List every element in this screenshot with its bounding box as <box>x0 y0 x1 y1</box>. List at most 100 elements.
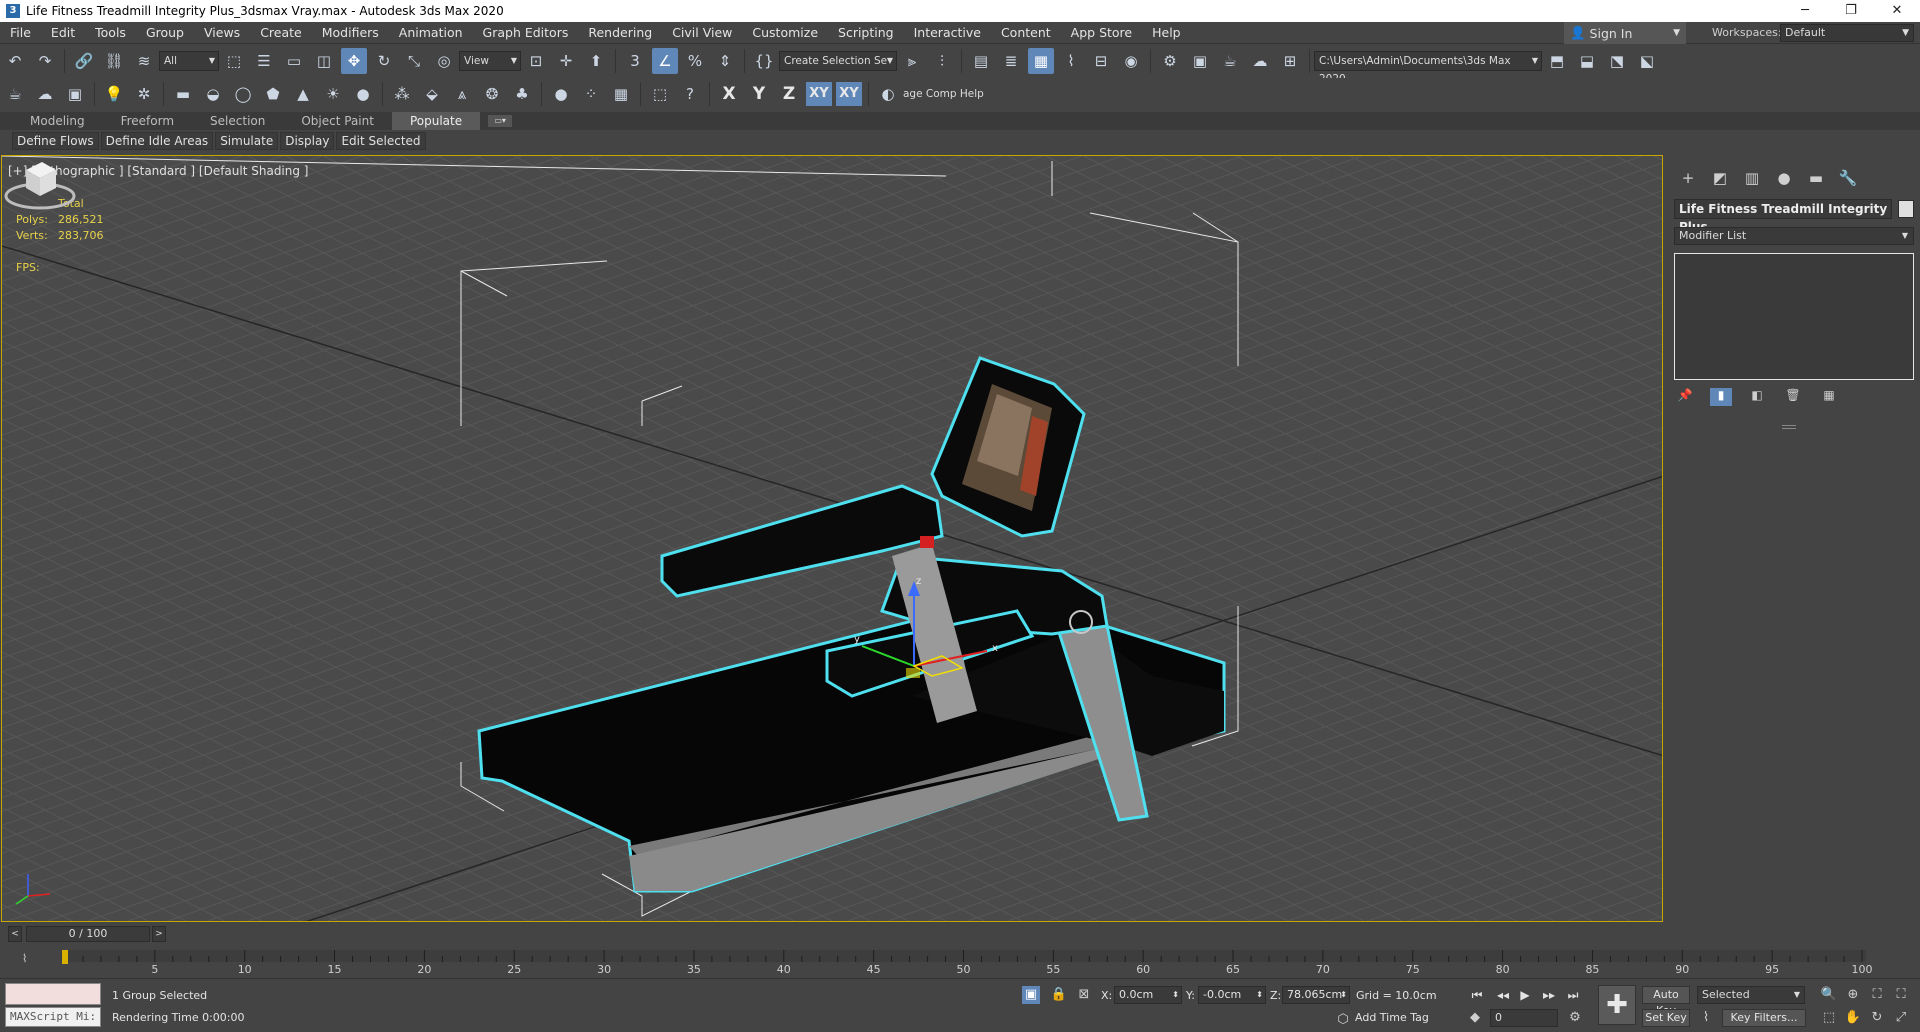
set-project-icon[interactable]: ⬒ <box>1544 48 1570 74</box>
menu-interactive[interactable]: Interactive <box>904 22 991 44</box>
mirror-icon[interactable]: ⫸ <box>899 48 925 74</box>
configure-modifier-sets-icon[interactable]: ▦ <box>1818 388 1840 406</box>
close-button[interactable]: ✕ <box>1874 0 1920 22</box>
menu-views[interactable]: Views <box>194 22 250 44</box>
layer-explorer-icon[interactable]: ≣ <box>998 48 1024 74</box>
help-icon[interactable]: ? <box>677 81 703 107</box>
time-tag-icon[interactable]: ⬡ <box>1334 1011 1352 1029</box>
rectangular-selection-icon[interactable]: ▭ <box>281 48 307 74</box>
select-object-icon[interactable]: ⬚ <box>221 48 247 74</box>
move-icon[interactable]: ✥ <box>341 48 367 74</box>
menu-file[interactable]: File <box>0 22 41 44</box>
redo-icon[interactable]: ↷ <box>32 48 58 74</box>
axis-xy-button[interactable]: XY <box>806 82 832 106</box>
named-selection-select[interactable]: Create Selection Se ▼ <box>779 51 897 71</box>
orbit-icon[interactable]: ↻ <box>1868 1009 1886 1027</box>
pin-stack-icon[interactable]: 📌 <box>1674 388 1696 406</box>
object-name-field[interactable]: Life Fitness Treadmill Integrity Plus <box>1674 199 1892 234</box>
tab-freeform[interactable]: Freeform <box>103 112 192 130</box>
select-manipulate-icon[interactable]: ✛ <box>553 48 579 74</box>
teapot-icon[interactable]: ☕ <box>2 81 28 107</box>
zoom-all-icon[interactable]: ⊕ <box>1844 986 1862 1004</box>
define-idle-areas-button[interactable]: Define Idle Areas <box>100 132 214 150</box>
place-icon[interactable]: ◎ <box>431 48 457 74</box>
maxscript-listener-output[interactable] <box>5 983 101 1005</box>
rotate-icon[interactable]: ↻ <box>371 48 397 74</box>
display-button[interactable]: Display <box>280 132 335 150</box>
tab-selection[interactable]: Selection <box>192 112 283 130</box>
export-icon[interactable]: ⬚ <box>647 81 673 107</box>
hierarchy-tab-icon[interactable]: ▥ <box>1736 167 1768 189</box>
vray-toolbar-icon[interactable]: ✲ <box>131 81 157 107</box>
sun-icon[interactable]: ☀ <box>320 81 346 107</box>
align-icon[interactable]: ⫶ <box>929 48 955 74</box>
next-frame-icon[interactable]: ▸▸ <box>1538 986 1560 1004</box>
set-keys-button[interactable]: ✚ <box>1598 985 1636 1025</box>
menu-edit[interactable]: Edit <box>41 22 85 44</box>
ies-light-icon[interactable]: ▲ <box>290 81 316 107</box>
zoom-icon[interactable]: 🔍 <box>1820 986 1838 1004</box>
menu-tools[interactable]: Tools <box>85 22 136 44</box>
axis-z-button[interactable]: Z <box>776 82 802 106</box>
modifier-stack[interactable] <box>1674 253 1914 380</box>
menu-civil-view[interactable]: Civil View <box>662 22 742 44</box>
spinner-snap-icon[interactable]: ⇕ <box>712 48 738 74</box>
define-flows-button[interactable]: Define Flows <box>12 132 99 150</box>
axis-y-button[interactable]: Y <box>746 82 772 106</box>
object-color-swatch[interactable] <box>1898 200 1914 218</box>
viewport-perspective[interactable]: z y x [+] [Orthographic ] [Standard ] [D… <box>1 155 1663 922</box>
menu-modifiers[interactable]: Modifiers <box>312 22 389 44</box>
key-mode-toggle-icon[interactable]: ◆ <box>1466 1009 1484 1027</box>
time-slider-thumb[interactable]: 0 / 100 <box>26 926 150 942</box>
undo-icon[interactable]: ↶ <box>2 48 28 74</box>
minimize-button[interactable]: ─ <box>1782 0 1828 22</box>
mini-curve-editor-icon[interactable]: ⌇ <box>22 952 27 965</box>
x-coordinate-field[interactable]: 0.0cm ⬍ <box>1114 986 1182 1004</box>
vfb-icon[interactable]: ▦ <box>608 81 634 107</box>
compositor-icon[interactable]: ◐ <box>875 81 901 107</box>
selection-lock-icon[interactable]: 🔒 <box>1050 986 1068 1004</box>
y-coordinate-field[interactable]: -0.0cm ⬍ <box>1198 986 1266 1004</box>
project-folder-select[interactable]: C:\Users\Admin\Documents\3ds Max 2020 ▼ <box>1314 51 1542 85</box>
display-tab-icon[interactable]: ▬ <box>1800 167 1832 189</box>
render-production-icon[interactable]: ☕ <box>1217 48 1243 74</box>
remove-modifier-icon[interactable]: 🗑 <box>1782 388 1804 406</box>
rendered-frame-window-icon[interactable]: ▣ <box>1187 48 1213 74</box>
modify-tab-icon[interactable]: ◩ <box>1704 167 1736 189</box>
previous-frame-icon[interactable]: ◂◂ <box>1492 986 1514 1004</box>
selection-filter-select[interactable]: All ▼ <box>159 51 219 71</box>
proxy-icon[interactable]: ⬙ <box>419 81 445 107</box>
absolute-mode-icon[interactable]: ⊠ <box>1075 986 1093 1004</box>
edit-named-selection-icon[interactable]: {} <box>751 48 777 74</box>
pan-view-icon[interactable]: ✋ <box>1844 1009 1862 1027</box>
time-slider-prev-icon[interactable]: < <box>8 926 22 942</box>
play-icon[interactable]: ▶ <box>1514 986 1536 1004</box>
time-configuration-icon[interactable]: ⚙ <box>1566 1009 1584 1027</box>
menu-group[interactable]: Group <box>136 22 194 44</box>
edit-selected-button[interactable]: Edit Selected <box>336 132 426 150</box>
ribbon-options-icon[interactable]: ▭▾ <box>488 115 513 127</box>
link-icon[interactable]: 🔗 <box>71 48 97 74</box>
cloud-icon[interactable]: ☁ <box>32 81 58 107</box>
plane-light-icon[interactable]: ▬ <box>170 81 196 107</box>
menu-help[interactable]: Help <box>1142 22 1191 44</box>
spinner-icon[interactable]: ⬍ <box>1256 987 1263 1003</box>
current-frame-marker[interactable] <box>62 950 68 964</box>
menu-rendering[interactable]: Rendering <box>578 22 662 44</box>
menu-animation[interactable]: Animation <box>389 22 473 44</box>
track-bar[interactable]: 5 10 15 20 25 30 35 40 45 50 55 60 65 70 75 80 85 90 95 100… <box>0 946 1920 976</box>
unlink-icon[interactable]: ⛓ <box>101 48 127 74</box>
sky-icon[interactable]: ● <box>350 81 376 107</box>
tab-populate[interactable]: Populate <box>391 112 481 130</box>
asset-tracking-icon[interactable]: ⬔ <box>1604 48 1630 74</box>
key-selection-set-select[interactable]: Selected ▼ <box>1697 986 1805 1004</box>
menu-create[interactable]: Create <box>250 22 312 44</box>
menu-content[interactable]: Content <box>991 22 1061 44</box>
snaps-toggle-icon[interactable]: 3 <box>622 48 648 74</box>
zoom-extents-all-icon[interactable]: ⛶ <box>1892 986 1910 1004</box>
scale-icon[interactable]: ⤡ <box>401 48 427 74</box>
sign-in-button[interactable]: 👤 Sign In ▼ <box>1564 22 1686 44</box>
axis-x-button[interactable]: X <box>716 82 742 106</box>
light-lister-icon[interactable]: 💡 <box>101 81 127 107</box>
workspace-select[interactable]: Default ▼ <box>1780 24 1914 42</box>
